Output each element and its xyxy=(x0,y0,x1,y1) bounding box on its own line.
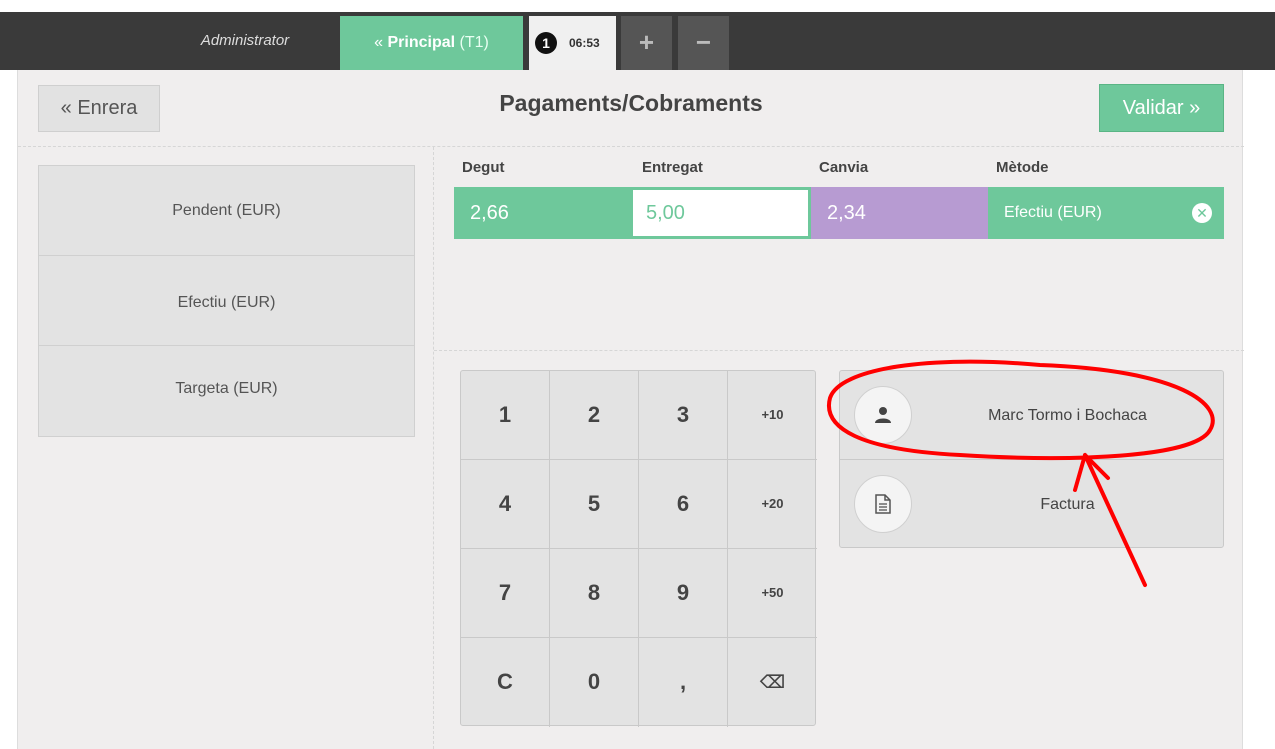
numpad: 1 2 3 +10 4 5 6 +20 7 8 9 +50 C 0 , ⌫ xyxy=(460,370,817,727)
customer-name: Marc Tormo i Bochaca xyxy=(988,407,1147,424)
method-label: Efectiu (EUR) xyxy=(177,294,276,311)
payment-method-list: Pendent (EUR) Efectiu (EUR) Targeta (EUR… xyxy=(38,165,415,437)
payment-actions: Marc Tormo i Bochaca Factura xyxy=(839,370,1224,548)
double-chevron-left-icon: « xyxy=(374,34,384,51)
line-method-label: Efectiu (EUR) xyxy=(1004,204,1102,221)
payment-header: « Enrera Pagaments/Cobraments Validar » xyxy=(18,70,1244,147)
tendered-input[interactable]: 5,00 xyxy=(630,187,811,239)
user-icon xyxy=(854,386,912,444)
numpad-key-8[interactable]: 8 xyxy=(550,549,639,638)
numpad-key-plus20[interactable]: +20 xyxy=(728,460,817,549)
customer-button[interactable]: Marc Tormo i Bochaca xyxy=(840,371,1223,460)
order-button[interactable]: 1 06:53 xyxy=(529,16,616,70)
method-item-card[interactable]: Targeta (EUR) xyxy=(39,346,414,436)
numpad-key-0[interactable]: 0 xyxy=(550,638,639,727)
tab-principal[interactable]: « Principal (T1) xyxy=(340,16,523,70)
backspace-icon[interactable]: ⌫ xyxy=(728,638,817,727)
numpad-key-2[interactable]: 2 xyxy=(550,371,639,460)
numpad-key-4[interactable]: 4 xyxy=(461,460,550,549)
remove-order-button[interactable]: − xyxy=(678,16,729,70)
numpad-key-9[interactable]: 9 xyxy=(639,549,728,638)
change-amount: 2,34 xyxy=(811,187,988,239)
change-header: Canvia xyxy=(819,159,869,176)
tab-principal-table: (T1) xyxy=(459,34,489,51)
user-name[interactable]: Administrator xyxy=(175,12,315,70)
numpad-key-plus50[interactable]: +50 xyxy=(728,549,817,638)
numpad-key-comma[interactable]: , xyxy=(639,638,728,727)
numpad-key-clear[interactable]: C xyxy=(461,638,550,727)
numpad-key-3[interactable]: 3 xyxy=(639,371,728,460)
line-method: Efectiu (EUR) ✕ xyxy=(988,187,1224,239)
document-icon xyxy=(854,475,912,533)
order-time: 06:53 xyxy=(569,36,600,50)
invoice-button[interactable]: Factura xyxy=(840,460,1223,549)
numpad-key-plus10[interactable]: +10 xyxy=(728,371,817,460)
order-badge: 1 xyxy=(535,32,557,54)
numpad-key-6[interactable]: 6 xyxy=(639,460,728,549)
tendered-header: Entregat xyxy=(642,159,703,176)
numpad-key-7[interactable]: 7 xyxy=(461,549,550,638)
method-label: Pendent (EUR) xyxy=(172,202,281,219)
method-item-cash[interactable]: Efectiu (EUR) xyxy=(39,256,414,346)
payment-methods-panel: Pendent (EUR) Efectiu (EUR) Targeta (EUR… xyxy=(18,147,434,749)
numpad-key-5[interactable]: 5 xyxy=(550,460,639,549)
add-order-button[interactable]: + xyxy=(621,16,672,70)
payment-lines: Degut Entregat Canvia Mètode 2,66 5,00 2… xyxy=(434,147,1244,351)
payment-screen: « Enrera Pagaments/Cobraments Validar » … xyxy=(17,70,1244,749)
top-bar: Administrator « Principal (T1) 1 06:53 +… xyxy=(0,12,1275,70)
due-amount: 2,66 xyxy=(454,187,630,239)
numpad-key-1[interactable]: 1 xyxy=(461,371,550,460)
close-circle-icon[interactable]: ✕ xyxy=(1192,203,1212,223)
due-header: Degut xyxy=(462,159,505,176)
validate-button[interactable]: Validar » xyxy=(1099,84,1224,132)
method-item-pending[interactable]: Pendent (EUR) xyxy=(39,166,414,256)
invoice-label: Factura xyxy=(1040,496,1095,513)
method-label: Targeta (EUR) xyxy=(175,380,278,397)
tab-principal-label: Principal xyxy=(387,34,456,51)
page-title: Pagaments/Cobraments xyxy=(499,90,763,116)
payment-line[interactable]: 2,66 5,00 2,34 Efectiu (EUR) ✕ xyxy=(454,187,1224,239)
method-header: Mètode xyxy=(996,159,1049,176)
